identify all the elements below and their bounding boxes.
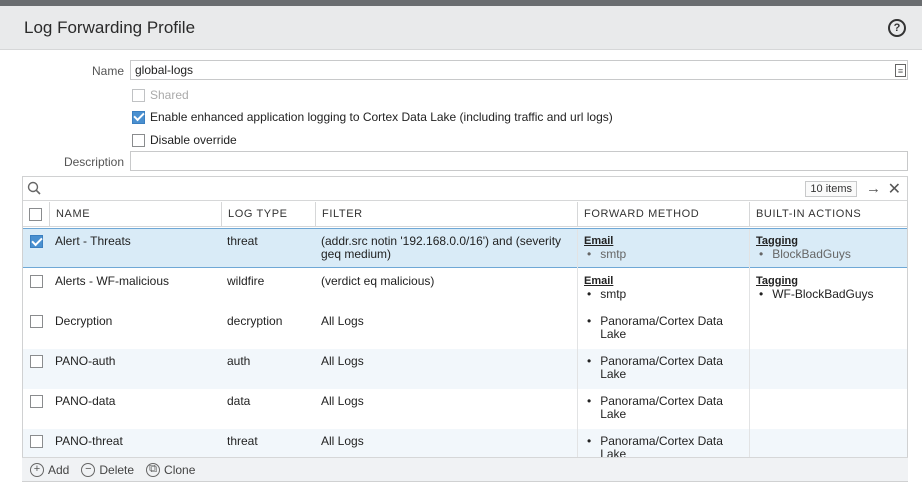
- enhanced-logging-checkbox[interactable]: [132, 110, 145, 124]
- row-built-in-actions: [749, 429, 909, 457]
- row-built-in-actions: Tagging WF-BlockBadGuys: [749, 269, 909, 309]
- row-log-type: decryption: [227, 314, 283, 328]
- add-label: Add: [48, 462, 70, 477]
- row-forward-method: Panorama/Cortex Data Lake: [577, 429, 749, 457]
- dialog-title: Log Forwarding Profile: [24, 17, 196, 37]
- table-row[interactable]: Alert - Threats threat (addr.src notin '…: [23, 228, 909, 269]
- description-label: Description: [63, 155, 124, 169]
- add-button[interactable]: + Add: [30, 462, 70, 477]
- row-filter: (verdict eq malicious): [321, 274, 435, 288]
- forward-method-item: Panorama/Cortex Data Lake: [584, 395, 743, 421]
- enhanced-logging-option: Enable enhanced application logging to C…: [132, 110, 613, 124]
- forward-method-item: smtp: [584, 248, 743, 261]
- table-row[interactable]: Decryption decryption All Logs Panorama/…: [23, 309, 907, 349]
- delete-label: Delete: [99, 462, 135, 477]
- row-built-in-actions: [749, 309, 909, 349]
- name-input[interactable]: global-logs: [130, 60, 908, 80]
- profile-match-list-grid: 10 items → ✕ NAME LOG TYPE FILTER FORWAR…: [22, 176, 908, 482]
- delete-button[interactable]: − Delete: [81, 462, 135, 477]
- row-log-type: auth: [227, 354, 251, 368]
- row-built-in-actions: [749, 389, 909, 429]
- row-checkbox[interactable]: [30, 435, 43, 448]
- search-icon[interactable]: [27, 181, 41, 195]
- select-all-checkbox[interactable]: [29, 208, 42, 221]
- clone-label: Clone: [164, 462, 196, 477]
- row-log-type: threat: [227, 434, 258, 448]
- column-header-name[interactable]: NAME: [49, 202, 221, 227]
- table-row[interactable]: PANO-threat threat All Logs Panorama/Cor…: [23, 429, 907, 457]
- select-all-cell: [23, 202, 49, 227]
- description-input[interactable]: [130, 151, 908, 171]
- row-forward-method: Panorama/Cortex Data Lake: [577, 389, 749, 429]
- row-forward-method: Email smtp: [577, 229, 749, 269]
- row-filter: All Logs: [321, 394, 364, 408]
- disable-override-option: Disable override: [132, 133, 237, 147]
- row-name: Alerts - WF-malicious: [55, 274, 170, 288]
- row-name: Alert - Threats: [55, 234, 131, 248]
- row-checkbox[interactable]: [30, 315, 43, 328]
- grid-toolbar: 10 items → ✕: [23, 177, 907, 201]
- help-icon[interactable]: ?: [888, 19, 906, 37]
- dialog-title-bar: Log Forwarding Profile ?: [0, 6, 922, 50]
- forward-method-item: Panorama/Cortex Data Lake: [584, 435, 743, 458]
- table-row[interactable]: PANO-auth auth All Logs Panorama/Cortex …: [23, 349, 907, 389]
- table-row[interactable]: Alerts - WF-malicious wildfire (verdict …: [23, 269, 907, 309]
- row-log-type: wildfire: [227, 274, 265, 288]
- row-log-type: data: [227, 394, 251, 408]
- row-forward-method: Email smtp: [577, 269, 749, 309]
- shared-checkbox[interactable]: [132, 88, 145, 102]
- forward-method-item: Panorama/Cortex Data Lake: [584, 315, 743, 341]
- row-log-type: threat: [227, 234, 258, 248]
- row-filter: All Logs: [321, 354, 364, 368]
- close-icon[interactable]: ✕: [888, 179, 901, 199]
- column-header-forward-method[interactable]: FORWARD METHOD: [577, 202, 749, 227]
- row-checkbox[interactable]: [30, 355, 43, 368]
- row-name: PANO-threat: [55, 434, 123, 448]
- shared-label: Shared: [150, 88, 189, 102]
- row-checkbox[interactable]: [30, 275, 43, 288]
- row-checkbox[interactable]: [30, 235, 43, 248]
- minus-icon: −: [81, 462, 96, 477]
- row-name: PANO-data: [55, 394, 116, 408]
- clone-button[interactable]: ⧉ Clone: [146, 462, 196, 477]
- action-item: BlockBadGuys: [756, 248, 903, 261]
- row-forward-method: Panorama/Cortex Data Lake: [577, 309, 749, 349]
- clone-icon: ⧉: [146, 462, 161, 477]
- row-name: PANO-auth: [55, 354, 116, 368]
- enhanced-logging-label: Enable enhanced application logging to C…: [150, 110, 613, 124]
- text-expand-icon[interactable]: ≡: [895, 64, 906, 77]
- forward-method-item: smtp: [584, 288, 743, 301]
- row-filter: All Logs: [321, 314, 364, 328]
- action-item: WF-BlockBadGuys: [756, 288, 903, 301]
- name-label: Name: [91, 64, 124, 78]
- row-checkbox[interactable]: [30, 395, 43, 408]
- row-forward-method: Panorama/Cortex Data Lake: [577, 349, 749, 389]
- column-header-filter[interactable]: FILTER: [315, 202, 577, 227]
- grid-action-bar: + Add − Delete ⧉ Clone: [22, 457, 908, 481]
- row-filter: (addr.src notin '192.168.0.0/16') and (s…: [321, 234, 562, 261]
- plus-icon: +: [30, 462, 44, 477]
- shared-option: Shared: [132, 88, 189, 102]
- row-built-in-actions: [749, 349, 909, 389]
- column-header-built-in-actions[interactable]: BUILT-IN ACTIONS: [749, 202, 909, 227]
- disable-override-checkbox[interactable]: [132, 133, 145, 147]
- column-header-log-type[interactable]: LOG TYPE: [221, 202, 315, 227]
- disable-override-label: Disable override: [150, 133, 237, 147]
- table-header: NAME LOG TYPE FILTER FORWARD METHOD BUIL…: [23, 202, 907, 227]
- row-built-in-actions: Tagging BlockBadGuys: [749, 229, 909, 269]
- table-row[interactable]: PANO-data data All Logs Panorama/Cortex …: [23, 389, 907, 429]
- items-count: 10 items: [805, 181, 857, 197]
- row-filter: All Logs: [321, 434, 364, 448]
- forward-method-item: Panorama/Cortex Data Lake: [584, 355, 743, 381]
- arrow-right-icon[interactable]: →: [866, 180, 881, 197]
- row-name: Decryption: [55, 314, 113, 328]
